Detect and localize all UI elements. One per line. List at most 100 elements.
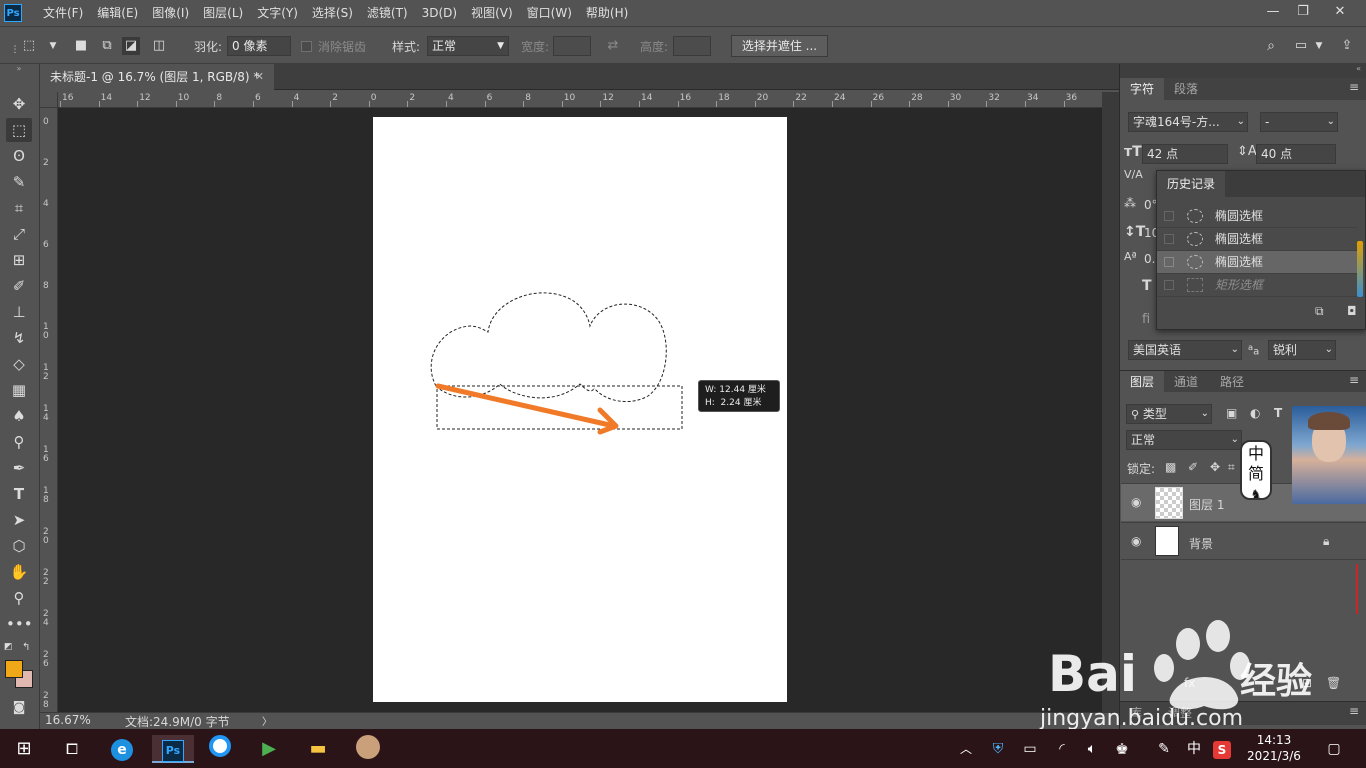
panel-menu-icon[interactable]: ≡ xyxy=(1349,704,1359,718)
intersect-selection-icon[interactable]: ◫ xyxy=(150,37,168,55)
zoom-level[interactable]: 16.67% xyxy=(45,713,91,727)
antialias-select[interactable]: 锐利 ⌄ xyxy=(1268,340,1336,360)
layer-row-background[interactable]: ◉ 背景 🔒︎ xyxy=(1121,522,1366,560)
lock-pixels-icon[interactable]: ✐ xyxy=(1188,460,1198,474)
security-shield-icon[interactable]: ⛨ xyxy=(984,735,1012,763)
video-player-icon[interactable]: ▶ xyxy=(255,735,283,763)
healing-brush-tool-icon[interactable]: ⊞ xyxy=(6,248,32,272)
tab-paths[interactable]: 路径 xyxy=(1212,371,1252,393)
history-item-disabled[interactable]: 矩形选框 xyxy=(1157,274,1357,297)
history-snapshot-checkbox[interactable] xyxy=(1164,234,1174,244)
battery-icon[interactable]: ▭ xyxy=(1016,735,1044,763)
language-select[interactable]: 美国英语 ⌄ xyxy=(1128,340,1242,360)
marquee-preset-icon[interactable]: ⬚ xyxy=(20,37,38,55)
feather-input[interactable]: 0 像素 xyxy=(227,36,291,56)
font-style-select[interactable]: - ⌄ xyxy=(1260,112,1338,132)
layer-filter-select[interactable]: ⚲ 类型 ⌄ xyxy=(1126,404,1212,424)
pen-tool-icon[interactable]: ✒ xyxy=(6,456,32,480)
tray-expand-icon[interactable]: ︿ xyxy=(952,735,980,763)
document-tab[interactable]: 未标题-1 @ 16.7% (图层 1, RGB/8) * ✕ xyxy=(40,64,274,90)
ie-browser-icon[interactable]: e xyxy=(108,735,136,763)
history-scrollbar[interactable] xyxy=(1357,241,1363,297)
move-tool-icon[interactable]: ✥ xyxy=(6,92,32,116)
tab-history[interactable]: 历史记录 xyxy=(1157,171,1226,197)
sogou-ime-icon[interactable]: S xyxy=(1208,735,1236,763)
camera-icon[interactable]: ◘ xyxy=(1347,304,1357,318)
layer-name[interactable]: 背景 xyxy=(1189,535,1213,552)
collapse-panels-icon[interactable]: « xyxy=(1356,64,1361,73)
blur-tool-icon[interactable]: ♠ xyxy=(6,404,32,428)
swap-colors-icon[interactable]: ↰ xyxy=(22,642,34,653)
lock-artboard-icon[interactable]: ⌗ xyxy=(1228,460,1235,475)
path-select-tool-icon[interactable]: ➤ xyxy=(6,508,32,532)
menu-filter[interactable]: 滤镜(T) xyxy=(360,0,415,26)
add-selection-icon[interactable]: ⧉ xyxy=(98,37,116,55)
history-item-selected[interactable]: 椭圆选框 xyxy=(1157,251,1357,274)
default-colors-icon[interactable]: ◩ xyxy=(4,642,14,652)
ime-floating-widget[interactable]: 中 简 ♞ xyxy=(1240,406,1366,506)
status-menu-icon[interactable]: 〉 xyxy=(262,713,272,728)
photoshop-taskbar-icon[interactable]: Ps xyxy=(152,735,194,763)
menu-view[interactable]: 视图(V) xyxy=(464,0,520,26)
history-brush-tool-icon[interactable]: ↯ xyxy=(6,326,32,350)
close-icon[interactable]: ✕ xyxy=(1325,2,1355,22)
ruler-origin[interactable] xyxy=(40,92,58,108)
menu-window[interactable]: 窗口(W) xyxy=(520,0,579,26)
history-snapshot-checkbox[interactable] xyxy=(1164,211,1174,221)
ime-tray-indicator[interactable]: 中 xyxy=(1180,735,1208,763)
new-selection-icon[interactable]: ■ xyxy=(72,37,90,55)
menu-edit[interactable]: 编辑(E) xyxy=(90,0,145,26)
workspace-icon[interactable]: ▭ xyxy=(1292,37,1310,55)
chevron-down-icon[interactable]: ▼ xyxy=(44,37,62,55)
filter-pixel-icon[interactable]: ▣ xyxy=(1226,406,1237,420)
blend-mode-select[interactable]: 正常 ⌄ xyxy=(1126,430,1242,450)
new-document-from-state-icon[interactable]: ⧉ xyxy=(1315,304,1324,319)
qq-tray-icon[interactable]: ♚ xyxy=(1108,735,1136,763)
zoom-tool-icon[interactable]: ⚲ xyxy=(6,586,32,610)
shape-tool-icon[interactable]: ⬡ xyxy=(6,534,32,558)
rect-marquee-tool-icon[interactable]: ⬚ xyxy=(6,118,32,142)
search-icon[interactable]: ⌕ xyxy=(1262,37,1280,55)
font-size-input[interactable]: 42 点 xyxy=(1142,144,1228,164)
tab-channels[interactable]: 通道 xyxy=(1166,371,1206,393)
layer-name[interactable]: 图层 1 xyxy=(1189,496,1224,513)
dodge-tool-icon[interactable]: ⚲ xyxy=(6,430,32,454)
vertical-ruler[interactable]: 0 2 4 6 8 10 12 14 16 18 20 22 24 26 28 xyxy=(40,108,58,712)
menu-3d[interactable]: 3D(D) xyxy=(415,0,464,26)
history-item[interactable]: 椭圆选框 xyxy=(1157,205,1357,228)
pen-tray-icon[interactable]: ✎ xyxy=(1150,735,1178,763)
style-select[interactable]: 正常 ▼ xyxy=(427,36,509,56)
eye-icon[interactable]: ◉ xyxy=(1131,495,1141,509)
height-input[interactable] xyxy=(673,36,711,56)
chevron-down-icon[interactable]: ▼ xyxy=(1310,37,1328,55)
gradient-tool-icon[interactable]: ▦ xyxy=(6,378,32,402)
qq-browser-icon[interactable] xyxy=(206,735,234,763)
panel-menu-icon[interactable]: ≡ xyxy=(1349,80,1359,94)
windows-start-icon[interactable]: ⊞ xyxy=(10,735,38,763)
share-icon[interactable]: ⇪ xyxy=(1338,37,1356,55)
eye-icon[interactable]: ◉ xyxy=(1131,534,1141,548)
type-tool-icon[interactable]: T xyxy=(6,482,32,506)
lock-position-icon[interactable]: ✥ xyxy=(1210,460,1220,474)
quick-select-tool-icon[interactable]: ✎ xyxy=(6,170,32,194)
ime-mode-badge[interactable]: 中 简 ♞ xyxy=(1240,440,1272,501)
menu-image[interactable]: 图像(I) xyxy=(145,0,196,26)
task-view-icon[interactable]: ⧠ xyxy=(58,735,86,763)
hand-tool-icon[interactable]: ✋ xyxy=(6,560,32,584)
ligature-icon[interactable]: ﬁ xyxy=(1142,312,1150,327)
file-explorer-icon[interactable]: ▬ xyxy=(304,735,332,763)
photo-app-icon[interactable] xyxy=(354,735,382,763)
swap-icon[interactable]: ⇄ xyxy=(604,37,622,55)
leading-input[interactable]: 40 点 xyxy=(1256,144,1336,164)
width-input[interactable] xyxy=(553,36,591,56)
brush-tool-icon[interactable]: ✐ xyxy=(6,274,32,298)
menu-layer[interactable]: 图层(L) xyxy=(196,0,250,26)
crop-tool-icon[interactable]: ⌗ xyxy=(6,196,32,220)
history-snapshot-checkbox[interactable] xyxy=(1164,280,1174,290)
eyedropper-tool-icon[interactable]: ⤢ xyxy=(6,222,32,246)
menu-help[interactable]: 帮助(H) xyxy=(579,0,635,26)
more-tools-icon[interactable]: ••• xyxy=(6,612,33,636)
quick-mask-icon[interactable]: ◙ xyxy=(6,696,32,720)
expand-toolbar-icon[interactable]: » xyxy=(4,64,34,74)
tab-layers[interactable]: 图层 xyxy=(1120,371,1165,393)
